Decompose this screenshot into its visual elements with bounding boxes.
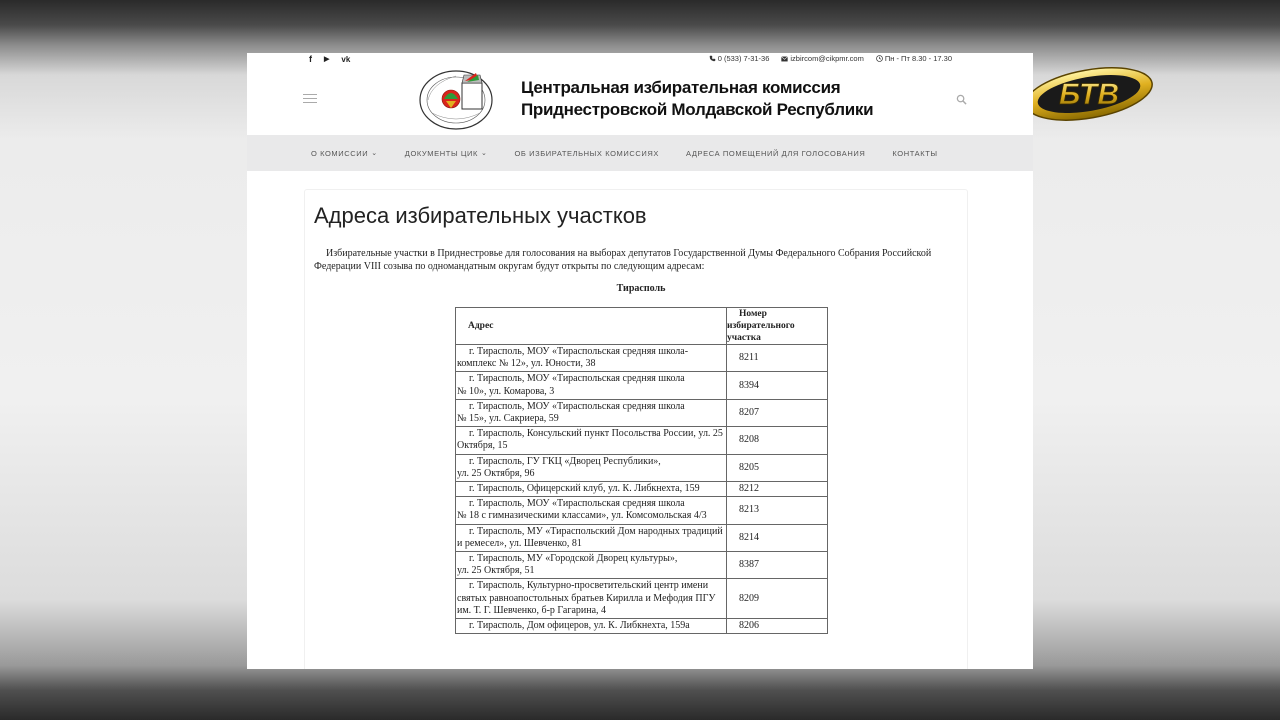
station-number: 8206 (726, 618, 828, 635)
nav-item-contacts[interactable]: Контакты (892, 149, 937, 158)
page-title: Адреса избирательных участков (314, 203, 647, 228)
table-row: г. Тирасполь, МУ «Городской Дворец культ… (455, 551, 828, 580)
facebook-icon[interactable]: f (309, 54, 312, 64)
station-number: 8211 (726, 343, 828, 373)
table-row: г. Тирасполь, МОУ «Тираспольская средняя… (455, 496, 828, 525)
phone-icon (709, 55, 715, 62)
station-number: 8214 (726, 523, 828, 553)
station-address: г. Тирасполь, ГУ ГКЦ «Дворец Республики»… (455, 453, 727, 483)
site-title-line1: Центральная избирательная комиссия (521, 78, 841, 97)
polling-stations-table: Адрес Номер избирательного участка г. Ти… (455, 307, 828, 635)
phone-text: 0 (533) 7-31-36 (717, 54, 770, 63)
station-address: г. Тирасполь, Культурно-просветительский… (455, 578, 727, 620)
table-row: г. Тирасполь, Дом офицеров, ул. К. Либкн… (455, 618, 828, 635)
browser-page: f ▶ vk 0 (533) 7-31-36 izbircom@cikpmr.c… (247, 53, 1033, 669)
station-address: г. Тирасполь, МОУ «Тираспольская средняя… (455, 496, 727, 525)
station-number: 8394 (726, 371, 828, 400)
station-number: 8207 (726, 398, 828, 428)
social-links: f ▶ vk (309, 53, 350, 65)
station-address: г. Тирасполь, МУ «Тираспольский Дом наро… (455, 523, 727, 553)
station-address: г. Тирасполь, Дом офицеров, ул. К. Либкн… (455, 618, 727, 635)
station-number: 8212 (726, 481, 828, 498)
station-number: 8205 (726, 453, 828, 483)
table-row: г. Тирасполь, МОУ «Тираспольская средняя… (455, 371, 828, 400)
channel-logo-icon: БТВ (1025, 67, 1153, 121)
menu-icon[interactable] (303, 94, 317, 104)
site-header: Центральная избирательная комиссия Придн… (247, 67, 1033, 135)
email-text: izbircom@cikpmr.com (790, 54, 864, 63)
main-nav: О комиссии ⌄ Документы ЦИК ⌄ Об избиратель… (247, 135, 1033, 171)
site-title-line2: Приднестровской Молдавской Республики (521, 100, 874, 119)
emblem-logo-icon[interactable] (418, 69, 494, 131)
station-address: г. Тирасполь, МОУ «Тираспольская средняя… (455, 371, 727, 400)
chevron-down-icon: ⌄ (371, 150, 378, 157)
station-address: г. Тирасполь, МУ «Городской Дворец культ… (455, 551, 727, 580)
site-title: Центральная избирательная комиссия Придн… (521, 77, 874, 121)
content-area: Адреса избирательных участков Избиратель… (304, 189, 968, 669)
station-address: г. Тирасполь, Консульский пункт Посольст… (455, 426, 727, 455)
station-number: 8213 (726, 496, 828, 525)
station-address: г. Тирасполь, Офицерский клуб, ул. К. Ли… (455, 481, 727, 498)
station-number: 8208 (726, 426, 828, 455)
intro-paragraph: Избирательные участки в Приднестровье дл… (314, 248, 932, 272)
table-row: г. Тирасполь, Офицерский клуб, ул. К. Ли… (455, 481, 828, 498)
envelope-icon (781, 55, 789, 61)
nav-item-documents[interactable]: Документы ЦИК ⌄ (405, 149, 488, 158)
station-number: 8209 (726, 578, 828, 620)
station-address: г. Тирасполь, МОУ «Тираспольская средняя… (455, 343, 727, 373)
table-row: г. Тирасполь, МУ «Тираспольский Дом наро… (455, 523, 828, 553)
nav-item-addresses[interactable]: Адреса помещений для голосования (686, 149, 865, 158)
table-row: г. Тирасполь, Культурно-просветительский… (455, 578, 828, 620)
nav-item-about[interactable]: О комиссии ⌄ (311, 149, 378, 158)
table-row: г. Тирасполь, ГУ ГКЦ «Дворец Республики»… (455, 453, 828, 483)
phone-contact[interactable]: 0 (533) 7-31-36 (709, 54, 770, 63)
vk-icon[interactable]: vk (341, 55, 350, 64)
youtube-icon[interactable]: ▶ (324, 55, 329, 63)
email-contact[interactable]: izbircom@cikpmr.com (781, 54, 864, 63)
hours-info: Пн - Пт 8.30 - 17.30 (876, 54, 952, 63)
table-body: г. Тирасполь, МОУ «Тираспольская средняя… (455, 343, 828, 635)
station-number: 8387 (726, 551, 828, 580)
search-icon[interactable] (956, 94, 967, 105)
table-row: г. Тирасполь, МОУ «Тираспольская средняя… (455, 343, 828, 373)
table-row: г. Тирасполь, Консульский пункт Посольст… (455, 426, 828, 455)
column-header-number: Номер избирательного участка (726, 307, 828, 345)
clock-icon (876, 55, 883, 62)
nav-item-commissions[interactable]: Об избирательных комиссиях (514, 149, 659, 158)
hours-text: Пн - Пт 8.30 - 17.30 (884, 54, 952, 63)
contact-info: 0 (533) 7-31-36 izbircom@cikpmr.com Пн -… (709, 54, 952, 63)
column-header-address: Адрес (455, 307, 727, 345)
city-heading: Тирасполь (616, 283, 666, 294)
station-address: г. Тирасполь, МОУ «Тираспольская средняя… (455, 398, 727, 428)
top-bar: f ▶ vk 0 (533) 7-31-36 izbircom@cikpmr.c… (247, 53, 1033, 67)
chevron-down-icon: ⌄ (480, 150, 488, 157)
table-row: г. Тирасполь, МОУ «Тираспольская средняя… (455, 398, 828, 428)
table-header-row: Адрес Номер избирательного участка (455, 307, 828, 345)
channel-logo-text: БТВ (1059, 78, 1119, 111)
